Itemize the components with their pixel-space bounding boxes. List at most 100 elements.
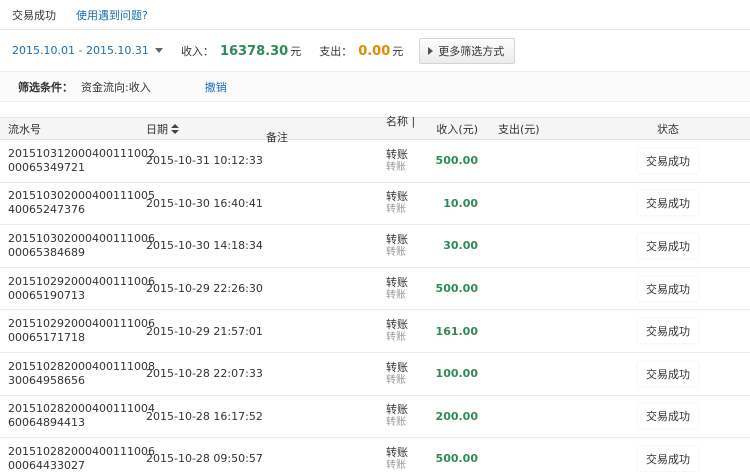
transaction-date: 2015-10-28 22:07:33 — [146, 367, 263, 381]
transaction-name: 转账 转账 — [266, 361, 426, 387]
transaction-status-cell: 交易成功 — [588, 319, 748, 344]
transaction-date: 2015-10-29 22:26:30 — [146, 282, 263, 296]
transaction-status[interactable]: 交易成功 — [638, 233, 698, 258]
transaction-status-cell: 交易成功 — [588, 404, 748, 429]
transaction-id-line2: 60064894413 — [8, 416, 85, 430]
column-header-expense: 支出(元) — [498, 122, 540, 136]
transaction-status[interactable]: 交易成功 — [638, 276, 698, 301]
table-row[interactable]: 201510282000400111004 60064894413 2015-10-… — [0, 396, 750, 439]
filter-bar: 2015.10.01 - 2015.10.31 收入： 16378.30 元 支… — [0, 30, 750, 72]
expense-label: 支出： — [319, 44, 353, 58]
transaction-remark: 转账 — [386, 374, 406, 386]
transaction-income: 500.00 — [435, 282, 478, 296]
income-label: 收入： — [180, 44, 214, 58]
transaction-status-cell: 交易成功 — [588, 276, 748, 301]
transaction-remark: 转账 — [386, 459, 406, 471]
transaction-date: 2015-10-30 14:18:34 — [146, 239, 263, 253]
date-range-text: 2015.10.01 - 2015.10.31 — [12, 44, 149, 57]
column-header-name-label: 名称 | 备注 — [266, 114, 416, 144]
transaction-name-main: 转账 — [386, 147, 408, 161]
transaction-status[interactable]: 交易成功 — [638, 361, 698, 386]
table-row[interactable]: 201510292000400111006 00065171718 2015-10-… — [0, 310, 750, 353]
more-filters-label: 更多筛选方式 — [438, 44, 505, 58]
transaction-id-line2: 40065247376 — [8, 203, 85, 217]
transaction-id-line1: 201510292000400111006 — [8, 317, 155, 331]
transaction-income: 500.00 — [435, 154, 478, 168]
transaction-remark: 转账 — [386, 332, 406, 344]
transaction-id-line2: 00064433027 — [8, 458, 85, 472]
transaction-date: 2015-10-28 16:17:52 — [146, 409, 263, 423]
income-summary: 收入： 16378.30 元 — [181, 43, 301, 59]
transaction-remark: 转账 — [386, 204, 406, 216]
transaction-name: 转账 转账 — [266, 446, 426, 472]
transaction-name-main: 转账 — [386, 445, 408, 459]
transaction-name: 转账 转账 — [266, 148, 426, 174]
revoke-link[interactable]: 撤销 — [205, 79, 227, 95]
page-title: 交易成功 — [12, 8, 56, 22]
transaction-id-line2: 00065349721 — [8, 160, 85, 174]
sort-icon[interactable] — [171, 123, 179, 134]
table-row[interactable]: 201510292000400111006 00065190713 2015-10-… — [0, 268, 750, 311]
table-row[interactable]: 201510282000400111006 00064433027 2015-10-… — [0, 438, 750, 472]
expense-unit: 元 — [392, 44, 404, 58]
transaction-income: 500.00 — [435, 452, 478, 466]
column-header-income: 收入(元) — [436, 122, 478, 136]
transaction-id: 201510302000400111005 40065247376 — [0, 189, 155, 217]
transaction-status-cell: 交易成功 — [588, 361, 748, 386]
column-header-id: 流水号 — [8, 122, 41, 136]
table-row[interactable]: 201510282000400111008 30064958656 2015-10-… — [0, 353, 750, 396]
transaction-id-line2: 00065384689 — [8, 245, 85, 259]
transaction-name: 转账 转账 — [266, 233, 426, 259]
income-unit: 元 — [290, 44, 302, 58]
transaction-status[interactable]: 交易成功 — [638, 191, 698, 216]
transaction-id: 201510282000400111006 00064433027 — [0, 445, 155, 472]
table-header: 流水号 日期 名称 | 备注 收入(元) 支出(元) 状态 — [0, 115, 750, 144]
transaction-name-main: 转账 — [386, 190, 408, 204]
transaction-name: 转账 转账 — [266, 190, 426, 216]
transaction-status[interactable]: 交易成功 — [638, 148, 698, 173]
transaction-date: 2015-10-29 21:57:01 — [146, 324, 263, 338]
top-bar: 交易成功 使用遇到问题? — [0, 0, 750, 30]
transaction-id: 201510282000400111004 60064894413 — [0, 402, 155, 430]
transaction-id: 201510282000400111008 30064958656 — [0, 359, 155, 388]
transaction-id-line1: 201510302000400111005 — [8, 189, 155, 203]
transaction-name-main: 转账 — [386, 360, 408, 374]
column-header-date-label: 日期 — [146, 122, 168, 136]
transaction-id-line1: 201510282000400111008 — [8, 359, 155, 373]
table-row[interactable]: 201510312000400111002 00065349721 2015-10-… — [0, 140, 750, 183]
column-header-name: 名称 | 备注 — [266, 113, 426, 145]
income-total: 16378.30 — [219, 43, 289, 59]
date-range-selector[interactable]: 2015.10.01 - 2015.10.31 — [12, 44, 163, 57]
transaction-income: 200.00 — [435, 409, 478, 423]
transaction-status[interactable]: 交易成功 — [638, 404, 698, 429]
transaction-date: 2015-10-31 10:12:33 — [146, 154, 263, 168]
filter-conditions-bar: 筛选条件： 资金流向:收入 撤销 — [0, 72, 750, 102]
transaction-status[interactable]: 交易成功 — [638, 446, 698, 471]
transaction-income: 30.00 — [443, 239, 478, 253]
transaction-id-line2: 00065190713 — [8, 288, 85, 302]
transaction-name: 转账 转账 — [266, 318, 426, 344]
table-row[interactable]: 201510302000400111005 40065247376 2015-10-… — [0, 183, 750, 226]
transaction-status-cell: 交易成功 — [588, 233, 748, 258]
triangle-right-icon — [428, 46, 434, 55]
transaction-name-main: 转账 — [386, 318, 408, 332]
table-row[interactable]: 201510302000400111006 00065384689 2015-10-… — [0, 225, 750, 268]
transaction-remark: 转账 — [386, 246, 406, 258]
caret-down-icon — [154, 48, 163, 53]
transactions-table: 流水号 日期 名称 | 备注 收入(元) 支出(元) 状态 2015103120… — [0, 115, 750, 472]
transaction-remark: 转账 — [386, 417, 406, 429]
transaction-id-line1: 201510302000400111006 — [8, 231, 155, 245]
transaction-id-line2: 00065171718 — [8, 331, 85, 345]
transaction-remark: 转账 — [386, 289, 406, 301]
expense-total: 0.00 — [358, 43, 391, 59]
help-link[interactable]: 使用遇到问题? — [76, 7, 148, 23]
transaction-id-line1: 201510292000400111006 — [8, 274, 155, 288]
more-filters-button[interactable]: 更多筛选方式 — [419, 37, 516, 64]
transaction-status[interactable]: 交易成功 — [638, 319, 698, 344]
transaction-status-cell: 交易成功 — [588, 148, 748, 173]
transaction-id-line1: 201510312000400111002 — [8, 146, 155, 160]
transaction-id: 201510292000400111006 00065171718 — [0, 317, 155, 345]
expense-summary: 支出： 0.00 元 — [319, 43, 403, 59]
transaction-name-main: 转账 — [386, 275, 408, 289]
column-header-date[interactable]: 日期 — [146, 121, 266, 137]
